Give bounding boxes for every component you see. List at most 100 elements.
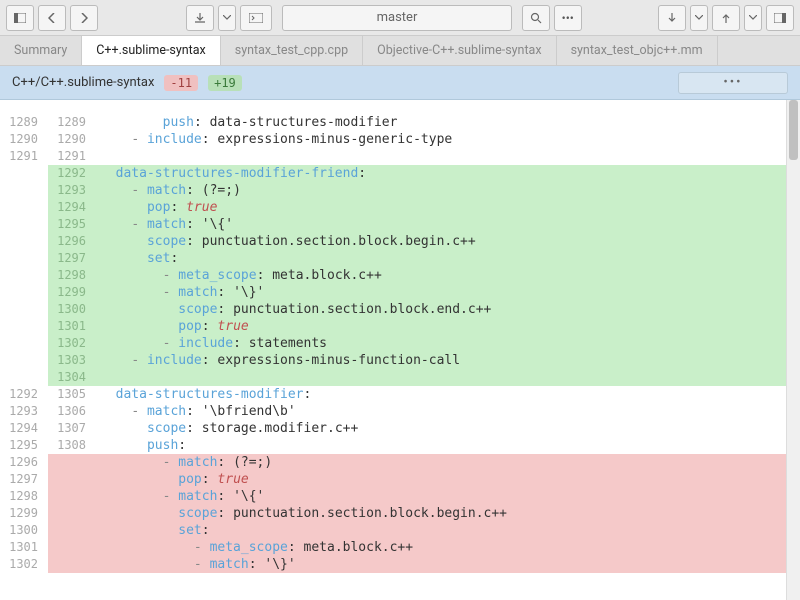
line-number-new [48, 454, 96, 471]
line-number-old [0, 267, 48, 284]
code-content: - include: expressions-minus-generic-typ… [96, 131, 800, 148]
line-number-old: 1294 [0, 420, 48, 437]
diff-line: 12951308 push: [0, 437, 800, 454]
code-content: data-structures-modifier-friend: [96, 165, 800, 182]
line-number-new: 1296 [48, 233, 96, 250]
line-number-new: 1303 [48, 352, 96, 369]
line-number-new: 1306 [48, 403, 96, 420]
forward-button[interactable] [70, 5, 98, 31]
terminal-button[interactable] [240, 5, 272, 31]
diff-line: 1303 - include: expressions-minus-functi… [0, 352, 800, 369]
line-number-old [0, 301, 48, 318]
line-number-old [0, 165, 48, 182]
line-number-new [48, 522, 96, 539]
more-button[interactable]: ••• [554, 5, 582, 31]
diff-line: 12941307 scope: storage.modifier.c++ [0, 420, 800, 437]
toolbar: master ••• [0, 0, 800, 36]
code-content: - match: (?=;) [96, 182, 800, 199]
line-number-old: 1295 [0, 437, 48, 454]
line-number-new: 1291 [48, 148, 96, 165]
diff-line: 1304 [0, 369, 800, 386]
line-number-new [48, 471, 96, 488]
line-number-old [0, 284, 48, 301]
additions-badge: +19 [208, 75, 242, 91]
diff-line: 1296 - match: (?=;) [0, 454, 800, 471]
file-header: C++/C++.sublime-syntax -11 +19 ••• [0, 66, 800, 100]
code-content: push: data-structures-modifier [96, 114, 800, 131]
line-number-new [48, 505, 96, 522]
tab-syntax-test-cpp-cpp[interactable]: syntax_test_cpp.cpp [221, 36, 363, 65]
code-content: - meta_scope: meta.block.c++ [96, 267, 800, 284]
vertical-scrollbar[interactable] [786, 100, 800, 600]
line-number-new: 1292 [48, 165, 96, 182]
line-number-old: 1290 [0, 131, 48, 148]
file-options-button[interactable]: ••• [678, 72, 788, 94]
line-number-old: 1300 [0, 522, 48, 539]
code-content: - match: '\}' [96, 556, 800, 573]
push-button[interactable] [712, 5, 740, 31]
code-content: scope: punctuation.section.block.begin.c… [96, 233, 800, 250]
push-menu-button[interactable] [744, 5, 762, 31]
search-button[interactable] [522, 5, 550, 31]
branch-selector[interactable]: master [282, 5, 512, 31]
tab-objective-c-sublime-syntax[interactable]: Objective-C++.sublime-syntax [363, 36, 556, 65]
code-content: scope: storage.modifier.c++ [96, 420, 800, 437]
line-number-new: 1295 [48, 216, 96, 233]
diff-line: 1293 - match: (?=;) [0, 182, 800, 199]
ellipsis-icon: ••• [723, 75, 742, 90]
tab-summary[interactable]: Summary [0, 36, 82, 65]
line-number-new: 1298 [48, 267, 96, 284]
stash-menu-button[interactable] [218, 5, 236, 31]
diff-line: 1302 - match: '\}' [0, 556, 800, 573]
line-number-new [48, 539, 96, 556]
code-content: set: [96, 522, 800, 539]
diff-view: 12891289 push: data-structures-modifier1… [0, 100, 800, 573]
line-number-new: 1308 [48, 437, 96, 454]
diff-line: 12911291 [0, 148, 800, 165]
inspector-toggle-button[interactable] [766, 5, 794, 31]
diff-line: 1301 - meta_scope: meta.block.c++ [0, 539, 800, 556]
tab-c-sublime-syntax[interactable]: C++.sublime-syntax [82, 36, 220, 65]
diff-line: 1298 - meta_scope: meta.block.c++ [0, 267, 800, 284]
line-number-new: 1294 [48, 199, 96, 216]
line-number-new: 1300 [48, 301, 96, 318]
line-number-new: 1289 [48, 114, 96, 131]
code-content: - include: statements [96, 335, 800, 352]
line-number-old [0, 199, 48, 216]
line-number-new: 1297 [48, 250, 96, 267]
fetch-menu-button[interactable] [690, 5, 708, 31]
line-number-old [0, 216, 48, 233]
code-content: pop: true [96, 471, 800, 488]
tab-syntax-test-objc-mm[interactable]: syntax_test_objc++.mm [557, 36, 718, 65]
line-number-new: 1293 [48, 182, 96, 199]
fetch-button[interactable] [658, 5, 686, 31]
diff-line: 12921305 data-structures-modifier: [0, 386, 800, 403]
line-number-new [48, 488, 96, 505]
code-content: - match: '\{' [96, 488, 800, 505]
stash-button[interactable] [186, 5, 214, 31]
line-number-old: 1291 [0, 148, 48, 165]
line-number-new: 1290 [48, 131, 96, 148]
line-number-old [0, 335, 48, 352]
line-number-old: 1293 [0, 403, 48, 420]
code-content: - match: '\}' [96, 284, 800, 301]
code-content: pop: true [96, 199, 800, 216]
code-content: - include: expressions-minus-function-ca… [96, 352, 800, 369]
ellipsis-icon: ••• [562, 11, 574, 25]
line-number-old [0, 369, 48, 386]
back-button[interactable] [38, 5, 66, 31]
line-number-old: 1289 [0, 114, 48, 131]
code-content: - match: (?=;) [96, 454, 800, 471]
code-content: scope: punctuation.section.block.end.c++ [96, 301, 800, 318]
line-number-old: 1298 [0, 488, 48, 505]
code-content: push: [96, 437, 800, 454]
code-content [96, 369, 800, 386]
diff-line: 1300 scope: punctuation.section.block.en… [0, 301, 800, 318]
diff-line: 1297 set: [0, 250, 800, 267]
sidebar-toggle-button[interactable] [6, 5, 34, 31]
code-content: - match: '\{' [96, 216, 800, 233]
scrollbar-thumb[interactable] [789, 100, 798, 160]
diff-line: 12901290 - include: expressions-minus-ge… [0, 131, 800, 148]
deletions-badge: -11 [164, 75, 198, 91]
diff-line: 12891289 push: data-structures-modifier [0, 114, 800, 131]
